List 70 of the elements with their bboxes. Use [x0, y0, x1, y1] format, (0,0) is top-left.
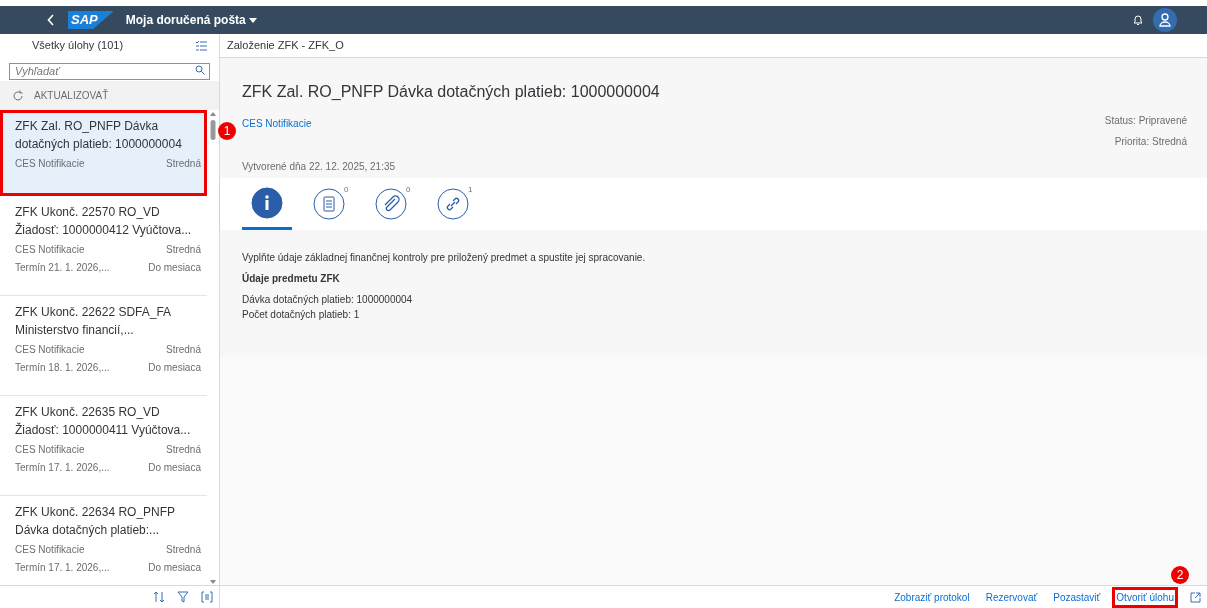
source-text: CES Notifikacie [15, 157, 85, 171]
due-date: Termín 21. 1. 2026,... [15, 261, 110, 275]
task-title: ZFK Zal. RO_PNFP Dávka dotačných platieb: 1000000004 [15, 118, 183, 153]
search-icon[interactable] [195, 65, 205, 75]
task-title: ZFK Ukonč. 22635 RO_VD Žiadosť: 1000000411 Vyúčtova... [15, 404, 192, 439]
refresh-bar[interactable]: AKTUALIZOVAŤ [0, 81, 219, 110]
count-label: 0 [344, 184, 349, 196]
info-icon [251, 186, 283, 219]
dropdown-icon[interactable] [248, 17, 257, 23]
task-item[interactable]: ZFK Zal. RO_PNFP Dávka dotačných platieb: 1000000004 CES Notifikacie Stredná [0, 110, 207, 196]
task-item[interactable]: ZFK Ukonč. 22570 RO_VD Žiadosť: 1000000412 Vyúčtova... CES Notifikacie Stredná Termín 21. 1. 2026,... Do mesiaca [0, 196, 207, 296]
app-title[interactable]: Moja doručená pošta [125, 11, 246, 29]
priority-text: Stredná [165, 157, 201, 171]
paperclip-icon [375, 188, 407, 220]
source-text: CES Notifikacie [15, 243, 85, 257]
refresh-icon [12, 89, 24, 102]
created-date: Vytvorené dňa 22. 12. 2025, 21:35 [242, 160, 397, 174]
task-title: ZFK Ukonč. 22634 RO_PNFP Dávka dotačných platieb:... [15, 504, 176, 539]
link-icon [437, 188, 469, 220]
task-item[interactable]: ZFK Ukonč. 22622 SDFA_FA Ministerstvo financií,... CES Notifikacie Stredná Termín 18. 1. 2026,... Do mesiaca [0, 296, 207, 396]
notes-icon [313, 188, 345, 220]
action-button[interactable]: Rezervovať [981, 586, 1042, 608]
scrollbar[interactable] [209, 110, 217, 585]
source-text: CES Notifikacie [15, 543, 85, 557]
detail-header: Založenie ZFK - ZFK_O [227, 38, 344, 54]
task-title: ZFK Ukonč. 22570 RO_VD Žiadosť: 1000000412 Vyúčtova... [15, 204, 193, 239]
due-label: Do mesiaca [148, 361, 201, 375]
due-date: Termín 17. 1. 2026,... [15, 461, 110, 475]
due-label: Do mesiaca [148, 261, 201, 275]
tab[interactable]: 0 [366, 178, 416, 230]
task-item[interactable]: ZFK Ukonč. 22635 RO_VD Žiadosť: 1000000411 Vyúčtova... CES Notifikacie Stredná Termín 17. 1. 2026,... Do mesiaca [0, 396, 207, 496]
search-field[interactable]: Vyhľadať [9, 62, 210, 80]
group-icon[interactable] [201, 591, 213, 603]
back-icon[interactable] [47, 14, 55, 26]
action-button[interactable]: Otvoriť úlohu [1112, 586, 1178, 608]
priority-text: Priorita: Stredná [1114, 135, 1187, 149]
priority-text: Stredná [165, 343, 201, 357]
tab[interactable]: 1 [428, 178, 478, 230]
share-icon[interactable] [1190, 591, 1201, 603]
bell-icon[interactable] [1133, 14, 1143, 26]
task-title: ZFK Ukonč. 22622 SDFA_FA Ministerstvo financií,... [15, 304, 172, 339]
due-date: Termín 18. 1. 2026,... [15, 361, 110, 375]
field-text: Počet dotačných platieb: 1 [242, 308, 361, 322]
count-label: 0 [406, 184, 411, 196]
user-avatar-icon[interactable] [1153, 8, 1177, 32]
due-date: Termín 17. 1. 2026,... [15, 561, 110, 575]
count-label: 1 [468, 184, 473, 196]
filter-icon[interactable] [177, 591, 189, 603]
logo[interactable]: SAP [68, 11, 114, 29]
priority-text: Stredná [165, 543, 201, 557]
task-title: ZFK Zal. RO_PNFP Dávka dotačných platieb: 1000000004 [242, 82, 661, 102]
source-link[interactable]: CES Notifikacie [242, 116, 312, 131]
source-text: CES Notifikacie [15, 443, 85, 457]
multi-select-icon[interactable] [195, 40, 207, 51]
sort-icon[interactable] [153, 591, 165, 603]
refresh-label: AKTUALIZOVAŤ [34, 88, 109, 103]
task-item[interactable]: ZFK Ukonč. 22634 RO_PNFP Dávka dotačných platieb:... CES Notifikacie Stredná Termín 17. 1. 2026,... Do mesiaca [0, 496, 207, 585]
field-text: Dávka dotačných platieb: 1000000004 [242, 293, 414, 307]
section-title: Údaje predmetu ZFK [242, 271, 341, 286]
status-text: Status: Pripravené [1104, 114, 1187, 128]
due-label: Do mesiaca [148, 461, 201, 475]
due-label: Do mesiaca [148, 561, 201, 575]
source-text: CES Notifikacie [15, 343, 85, 357]
action-button[interactable]: Pozastaviť [1049, 586, 1105, 608]
action-button[interactable]: Zobraziť protokol [890, 586, 974, 608]
priority-text: Stredná [165, 443, 201, 457]
description-text: Vyplňte údaje základnej finančnej kontroly pre priložený predmet a spustite jej spracovanie. [242, 251, 647, 265]
tab[interactable]: 0 [304, 178, 354, 230]
list-title: Všetky úlohy (101) [32, 38, 124, 54]
priority-text: Stredná [165, 243, 201, 257]
